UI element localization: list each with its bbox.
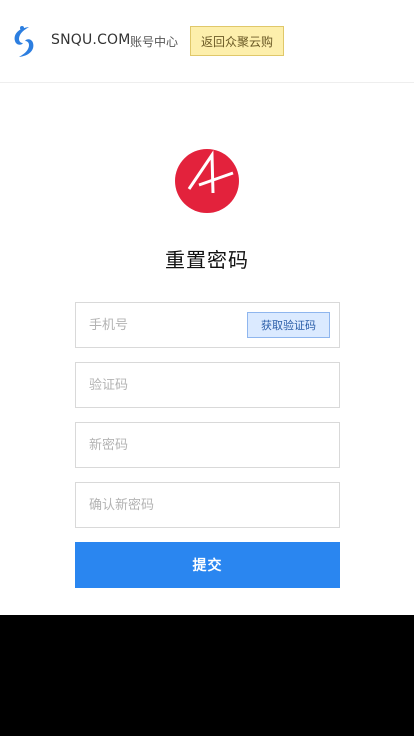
submit-button[interactable]: 提交	[75, 542, 340, 588]
new-password-field	[75, 422, 340, 468]
confirm-password-field	[75, 482, 340, 528]
app-logo-icon	[175, 149, 239, 213]
account-center-label: 账号中心	[130, 35, 179, 49]
get-code-button[interactable]: 获取验证码	[247, 312, 330, 338]
back-to-store-button[interactable]: 返回众聚云购	[190, 26, 284, 56]
code-field	[75, 362, 340, 408]
brand-name: SNQU.COM	[51, 32, 131, 48]
reset-password-page: SNQU.COM 账号中心 返回众聚云购 重置密码 获取验证码 提交	[0, 0, 414, 615]
verification-code-input[interactable]	[76, 363, 339, 407]
confirm-password-input[interactable]	[76, 483, 339, 527]
page-title: 重置密码	[165, 248, 249, 272]
snqu-logo-icon	[14, 26, 34, 57]
new-password-input[interactable]	[76, 423, 339, 467]
phone-field: 获取验证码	[75, 302, 340, 348]
header: SNQU.COM 账号中心 返回众聚云购	[0, 0, 414, 83]
